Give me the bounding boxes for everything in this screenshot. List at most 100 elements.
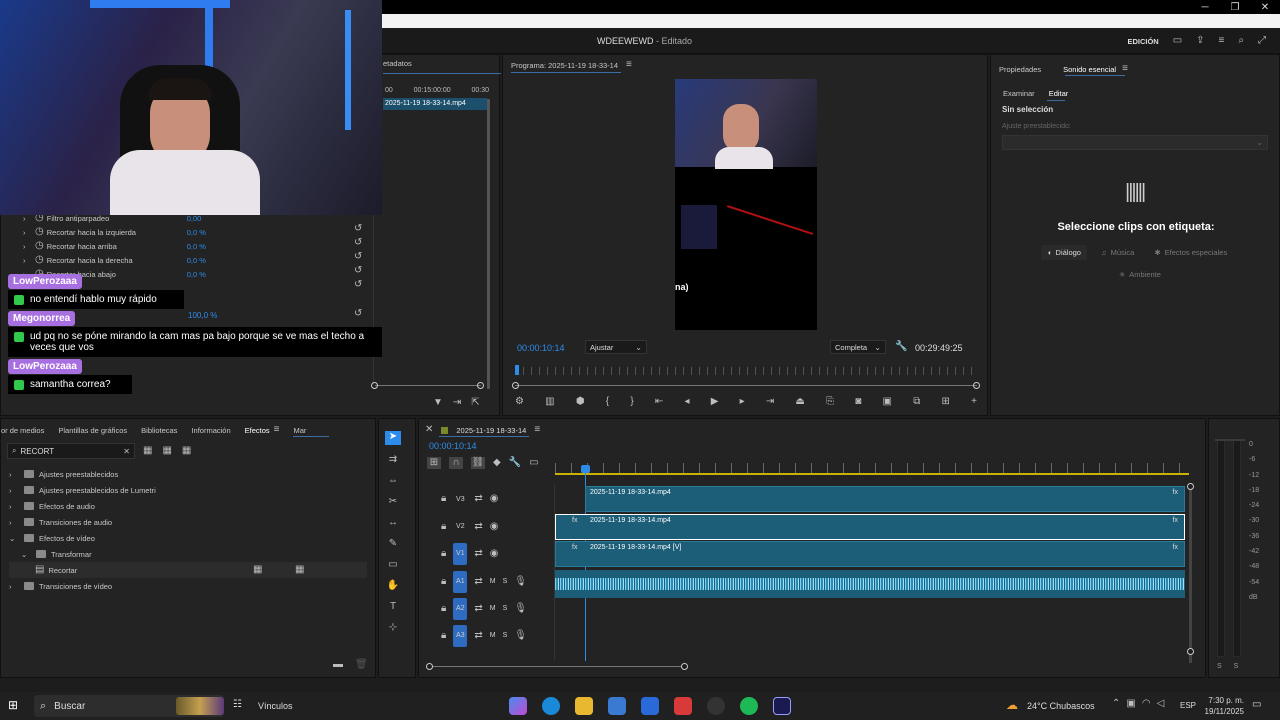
preset-dropdown[interactable]: ⌄ bbox=[1002, 135, 1268, 150]
effects-search-input[interactable]: ⌕ RECORT ✕ bbox=[7, 443, 135, 459]
store-icon[interactable] bbox=[608, 697, 626, 715]
wifi-icon[interactable]: ◠ bbox=[1142, 698, 1151, 710]
ec-scrollbar[interactable] bbox=[487, 99, 490, 389]
clip-v3[interactable]: 2025-11-19 18-33-14.mp4 fx bbox=[585, 486, 1185, 512]
panel-menu-icon[interactable]: ≡ bbox=[274, 424, 280, 436]
tree-item-selected[interactable]: ▤ Recortar ▦ ▦ bbox=[9, 562, 367, 578]
tab-essential-sound[interactable]: Sonido esencial bbox=[1063, 65, 1116, 74]
restore-icon[interactable]: ❐ bbox=[1220, 2, 1250, 13]
camera-icon[interactable]: ◙ bbox=[855, 396, 861, 408]
accelerated-effects-icon[interactable]: ▦ bbox=[143, 445, 152, 457]
sync-lock-icon[interactable]: ⇄ bbox=[474, 576, 482, 588]
program-timecode[interactable]: 00:00:10:14 bbox=[517, 343, 565, 353]
add-marker-icon[interactable]: ◆ bbox=[493, 457, 501, 469]
32bit-effects-icon[interactable]: ▦ bbox=[162, 445, 171, 457]
tree-item[interactable]: › Transiciones de vídeo bbox=[9, 578, 367, 594]
ambience-button[interactable]: ✳ Ambiente bbox=[1113, 267, 1167, 282]
tab-media-browser[interactable]: or de medios bbox=[1, 426, 44, 435]
play-icon[interactable]: ▶ bbox=[711, 396, 719, 408]
extract-icon[interactable]: ⎘ bbox=[826, 396, 834, 408]
captions-icon[interactable]: ▭ bbox=[529, 457, 538, 469]
fullscreen-icon[interactable]: ⤢ bbox=[1258, 35, 1266, 47]
workspace-icon[interactable]: ▭ bbox=[1173, 35, 1182, 47]
slip-tool-icon[interactable]: ↔ bbox=[388, 517, 398, 529]
mic-icon[interactable]: 🎙︎ bbox=[514, 630, 527, 642]
lock-icon[interactable]: 🔒︎ bbox=[441, 521, 446, 533]
program-zoom-bar[interactable] bbox=[515, 385, 977, 386]
out-point-icon[interactable]: } bbox=[630, 396, 633, 408]
tab-effects[interactable]: Efectos bbox=[245, 426, 270, 435]
lock-icon[interactable]: 🔒︎ bbox=[441, 630, 446, 642]
trash-icon[interactable]: 🗑 bbox=[355, 659, 368, 671]
rectangle-tool-icon[interactable]: ▭ bbox=[388, 559, 397, 571]
close-tab-icon[interactable]: ✕ bbox=[425, 424, 433, 436]
export-icon[interactable]: ⇱ bbox=[471, 397, 479, 409]
mute-button[interactable]: M bbox=[490, 578, 496, 585]
track-select-tool-icon[interactable]: ⇉ bbox=[389, 454, 397, 466]
filter-icon[interactable]: ▼ bbox=[433, 397, 443, 409]
tab-properties[interactable]: Propiedades bbox=[999, 65, 1041, 74]
file-explorer-icon[interactable] bbox=[575, 697, 593, 715]
razor-tool-icon[interactable]: ✂ bbox=[389, 496, 397, 508]
nest-icon[interactable]: ⊞ bbox=[427, 457, 441, 469]
ec-prop-row[interactable]: › ◷ Recortar hacia la derecha 0,0 % bbox=[23, 253, 373, 267]
share-icon[interactable]: ⇪ bbox=[1196, 35, 1204, 47]
copilot-icon[interactable] bbox=[509, 697, 527, 715]
sync-lock-icon[interactable]: ⇄ bbox=[474, 603, 482, 615]
eye-icon[interactable]: ◉ bbox=[490, 521, 499, 533]
tree-item[interactable]: ⌄ Transformar bbox=[9, 546, 367, 562]
sfx-button[interactable]: ✱ Efectos especiales bbox=[1148, 245, 1233, 260]
compare-icon[interactable]: ▣ bbox=[883, 396, 892, 408]
metadata-tab[interactable]: etadatos bbox=[383, 59, 412, 68]
clip-v2[interactable]: fx 2025-11-19 18-33-14.mp4 fx bbox=[555, 514, 1185, 540]
settings-icon[interactable]: ⚙ bbox=[515, 396, 524, 408]
new-bin-icon[interactable]: ▬ bbox=[333, 659, 343, 671]
timeline-ruler[interactable] bbox=[555, 463, 1189, 475]
notifications-icon[interactable]: ▭ bbox=[1252, 699, 1261, 711]
reset-icon[interactable]: ↺ bbox=[354, 251, 362, 263]
step-forward-icon[interactable]: ▸ bbox=[740, 396, 745, 408]
taskbar-search[interactable]: ⌕ Buscar bbox=[34, 695, 224, 717]
workspace-label[interactable]: EDICIÓN bbox=[1127, 37, 1158, 46]
panel-menu-icon[interactable]: ≡ bbox=[534, 424, 540, 436]
subtab-browse[interactable]: Examinar bbox=[1003, 89, 1035, 98]
linked-selection-icon[interactable]: ⛓ bbox=[471, 457, 485, 469]
wrench-icon[interactable]: 🔧 bbox=[895, 341, 907, 353]
go-to-out-icon[interactable]: ⇥ bbox=[766, 396, 774, 408]
clear-search-icon[interactable]: ✕ bbox=[123, 447, 130, 456]
subtab-edit[interactable]: Editar bbox=[1049, 89, 1069, 98]
sync-lock-icon[interactable]: ⇄ bbox=[474, 548, 482, 560]
premiere-icon[interactable] bbox=[773, 697, 791, 715]
tab-info[interactable]: Información bbox=[191, 426, 230, 435]
search-icon[interactable]: ⌕ bbox=[1238, 35, 1244, 47]
tree-item[interactable]: › Ajustes preestablecidos de Lumetri bbox=[9, 482, 367, 498]
windows-start-icon[interactable]: ⊞ bbox=[8, 699, 18, 711]
program-monitor-title[interactable]: Programa: 2025-11-19 18-33-14 bbox=[511, 61, 618, 70]
github-icon[interactable] bbox=[707, 697, 725, 715]
timeline-v-scrollbar[interactable] bbox=[1189, 483, 1192, 663]
reset-icon[interactable]: ↺ bbox=[354, 237, 362, 249]
panel-menu-icon[interactable]: ≡ bbox=[1122, 63, 1128, 75]
mute-button[interactable]: M bbox=[490, 632, 496, 639]
music-button[interactable]: ♫ Música bbox=[1095, 245, 1140, 260]
stopwatch-icon[interactable]: ◷ bbox=[35, 226, 44, 238]
marker-icon[interactable]: ⬢ bbox=[576, 396, 585, 408]
mark-in-icon[interactable]: ▥ bbox=[545, 396, 554, 408]
pen-tool-icon[interactable]: ✎ bbox=[389, 538, 397, 550]
snap-icon[interactable]: ∩ bbox=[449, 457, 463, 469]
ec-clip-bar[interactable]: 2025-11-19 18-33-14.mp4 bbox=[383, 98, 487, 110]
widgets-icon[interactable]: ☷ bbox=[233, 699, 242, 711]
timeline-h-scrollbar[interactable] bbox=[429, 666, 685, 667]
tree-item[interactable]: › Efectos de audio bbox=[9, 498, 367, 514]
clip-a1[interactable] bbox=[555, 570, 1185, 598]
ec-prop-row[interactable]: › ◷ Recortar hacia arriba 0,0 % bbox=[23, 239, 373, 253]
solo-button[interactable]: S bbox=[503, 578, 508, 585]
edge-icon[interactable] bbox=[542, 697, 560, 715]
solo-left-button[interactable]: S bbox=[1217, 663, 1222, 670]
stopwatch-icon[interactable]: ◷ bbox=[35, 240, 44, 252]
reset-icon[interactable]: ↺ bbox=[354, 223, 362, 235]
timeline-timecode[interactable]: 00:00:10:14 bbox=[429, 441, 477, 451]
solo-button[interactable]: S bbox=[503, 605, 508, 612]
clock[interactable]: 7:30 p. m. 19/11/2025 bbox=[1200, 695, 1244, 717]
ec-prop-row[interactable]: › ◷ Recortar hacia la izquierda 0,0 % bbox=[23, 225, 373, 239]
